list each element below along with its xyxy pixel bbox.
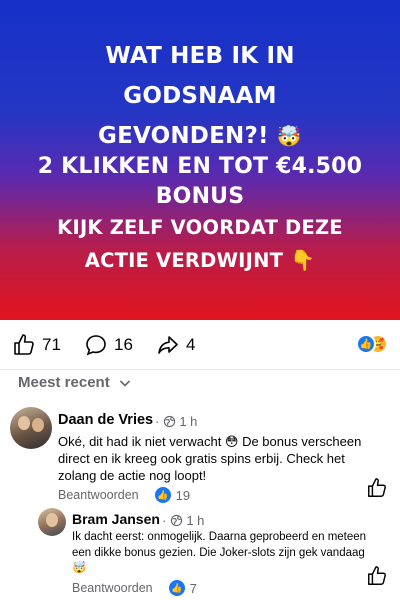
avatar-face <box>46 513 58 527</box>
share-arrow-icon <box>158 336 178 354</box>
globe-icon <box>171 514 183 527</box>
comment-like-button[interactable] <box>366 565 388 587</box>
reply-button[interactable]: Beantwoorden <box>72 581 153 595</box>
banner-cta: KIJK ZELF VOORDAT DEZE ACTIE VERDWIJNT 👇 <box>0 212 400 277</box>
like-button[interactable]: 71 <box>12 332 61 358</box>
comment-actions: Beantwoorden 👍 7 <box>72 580 197 596</box>
avatar-face <box>32 418 44 432</box>
reply-button[interactable]: Beantwoorden <box>58 488 139 502</box>
comment-count: 16 <box>114 335 133 354</box>
share-button[interactable]: 4 <box>156 332 195 358</box>
comment-author[interactable]: Bram Jansen <box>72 511 160 527</box>
promo-banner[interactable]: WAT HEB IK IN GODSNAAM GEVONDEN?! 🤯 2 KL… <box>0 0 400 320</box>
comment-meta: · 1 h <box>162 513 205 528</box>
comment-like-count[interactable]: 👍 19 <box>154 487 191 503</box>
pointing-down-emoji: 👇 <box>290 248 316 272</box>
comment-text: Ik dacht eerst: onmogelijk. Daarna gepro… <box>72 531 367 574</box>
comment-like-count[interactable]: 👍 7 <box>168 580 197 596</box>
comment-actions: Beantwoorden 👍 19 <box>58 487 190 503</box>
comment-like-button[interactable] <box>366 477 388 499</box>
thumbs-up-icon <box>368 566 386 585</box>
comment-likes-value: 7 <box>189 580 197 596</box>
comment-time: 1 h <box>179 414 198 429</box>
chevron-down-icon <box>119 379 130 387</box>
globe-icon <box>164 415 176 428</box>
banner-headline: WAT HEB IK IN GODSNAAM GEVONDEN?! 🤯 <box>0 36 400 156</box>
share-count: 4 <box>186 335 196 354</box>
comment-bubble-icon <box>86 335 106 356</box>
comment-meta: · 1 h <box>155 414 198 429</box>
exploding-head-emoji: 🤯 <box>276 124 302 148</box>
headline-text: WAT HEB IK IN GODSNAAM GEVONDEN?! <box>98 43 295 149</box>
avatar-face <box>18 416 30 430</box>
comment-time: 1 h <box>186 513 205 528</box>
comment-author[interactable]: Daan de Vries <box>58 412 153 428</box>
like-count: 71 <box>42 335 61 354</box>
avatar[interactable] <box>10 407 52 449</box>
reaction-bar: 71 16 4 👍 🥰 <box>0 320 400 370</box>
comment-text: Oké, dit had ik niet verwacht 😳 De bonus… <box>58 434 362 483</box>
like-reaction-icon: 👍 <box>168 580 185 596</box>
sort-label: Meest recent <box>18 374 110 391</box>
thumbs-up-icon <box>368 478 386 497</box>
thumbs-up-icon <box>14 334 34 355</box>
avatar[interactable] <box>38 508 66 536</box>
reaction-summary[interactable]: 👍 🥰 <box>356 332 390 356</box>
comment-likes-value: 19 <box>175 487 191 503</box>
comment-button[interactable]: 16 <box>84 332 133 358</box>
like-reaction-icon: 👍 <box>356 334 376 354</box>
comment-sort-dropdown[interactable]: Meest recent <box>18 374 132 391</box>
like-reaction-icon: 👍 <box>154 487 171 503</box>
banner-bonus-line: 2 KLIKKEN EN TOT €4.500 BONUS <box>37 154 363 209</box>
